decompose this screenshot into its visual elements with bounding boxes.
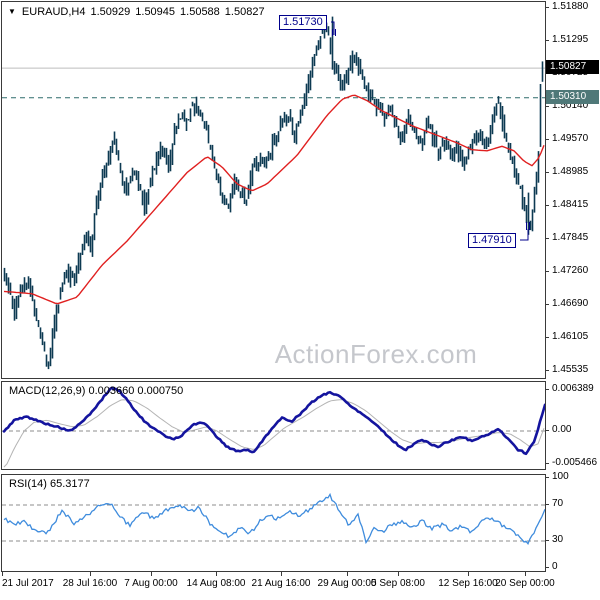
symbol-dropdown-icon[interactable]: ▼ <box>8 7 16 16</box>
rsi-axis-label: 30 <box>552 534 564 545</box>
chart-title: ▼ EURAUD,H4 1.50929 1.50945 1.50588 1.50827 <box>8 6 265 18</box>
ohlc-high: 1.50945 <box>135 6 176 18</box>
time-axis-label: 21 Jul 2017 <box>2 578 54 589</box>
macd-label: MACD(12,26,9) 0.003660 0.000750 <box>9 385 184 397</box>
macd-axis-label: 0.006389 <box>552 383 594 394</box>
axis-tick <box>545 7 549 8</box>
time-axis-label: 28 Jul 16:00 <box>62 578 118 589</box>
time-axis-label: 12 Sep 16:00 <box>438 578 498 589</box>
axis-tick <box>545 430 549 431</box>
ohlc-open: 1.50929 <box>90 6 131 18</box>
axis-tick <box>545 271 549 272</box>
time-axis-label: 21 Aug 16:00 <box>251 578 311 589</box>
ohlc-low: 1.50588 <box>180 6 220 18</box>
axis-tick <box>545 304 549 305</box>
price-axis-label: 1.48415 <box>552 199 589 210</box>
price-panel[interactable]: ▼ EURAUD,H4 1.50929 1.50945 1.50588 1.50827 A… <box>1 1 546 379</box>
axis-tick <box>545 477 549 478</box>
price-axis-label: 1.48985 <box>552 166 589 177</box>
time-axis-label: 14 Aug 08:00 <box>186 578 246 589</box>
price-axis-label: 1.47845 <box>552 232 589 243</box>
symbol-label: EURAUD,H4 <box>21 6 86 18</box>
price-axis-label: 1.51295 <box>552 34 589 45</box>
moving-average-line <box>3 94 545 305</box>
axis-tick <box>545 567 549 568</box>
axis-tick <box>545 370 549 371</box>
price-axis-label: 1.51880 <box>552 1 589 12</box>
macd-line <box>2 386 545 456</box>
axis-tick <box>545 205 549 206</box>
time-axis-tick <box>468 572 469 576</box>
time-axis-label: 29 Aug 00:00 <box>317 578 377 589</box>
axis-tick <box>545 540 549 541</box>
axis-tick <box>545 106 549 107</box>
rsi-panel[interactable]: RSI(14) 65.3177 <box>1 474 546 572</box>
price-axis-label: 1.47260 <box>552 265 589 276</box>
level-price-tag: 1.50310 <box>546 89 599 104</box>
time-axis-tick <box>151 572 152 576</box>
macd-signal-line <box>3 399 545 468</box>
axis-tick <box>545 139 549 140</box>
current-price-tag: 1.50827 <box>546 60 599 75</box>
time-axis-tick <box>90 572 91 576</box>
rsi-axis-label: 0 <box>552 561 558 572</box>
time-axis-tick <box>398 572 399 576</box>
time-axis-label: 5 Sep 08:00 <box>371 578 425 589</box>
time-axis-label: 20 Sep 00:00 <box>495 578 555 589</box>
macd-axis-label: 0.00 <box>552 424 572 435</box>
price-chart-canvas[interactable] <box>2 2 545 378</box>
rsi-label: RSI(14) 65.3177 <box>9 478 90 490</box>
time-axis-tick <box>347 572 348 576</box>
watermark: ActionForex.com <box>274 339 478 369</box>
price-axis-label: 1.45535 <box>552 364 589 375</box>
price-axis-label: 1.46105 <box>552 331 589 342</box>
ohlc-close: 1.50827 <box>224 6 265 18</box>
annotation-swing-low-label[interactable]: 1.47910 <box>468 233 516 248</box>
macd-axis-label: -0.005466 <box>552 457 598 468</box>
time-axis-tick <box>216 572 217 576</box>
axis-tick <box>545 40 549 41</box>
macd-panel[interactable]: MACD(12,26,9) 0.003660 0.000750 <box>1 381 546 470</box>
rsi-axis-label: 70 <box>552 498 564 509</box>
price-axis-label: 1.46690 <box>552 298 589 309</box>
time-axis-tick <box>525 572 526 576</box>
axis-tick <box>545 238 549 239</box>
time-axis-label: 7 Aug 00:00 <box>124 578 178 589</box>
axis-tick <box>545 389 549 390</box>
chart-window: ▼ EURAUD,H4 1.50929 1.50945 1.50588 1.50827 A… <box>0 0 600 600</box>
axis-tick <box>545 172 549 173</box>
annotation-low-connector <box>520 229 529 241</box>
rsi-line <box>3 492 545 545</box>
time-axis-tick <box>2 572 3 576</box>
time-axis-tick <box>281 572 282 576</box>
price-axis-label: 1.49570 <box>552 133 589 144</box>
annotation-swing-high-label[interactable]: 1.51730 <box>279 15 327 30</box>
axis-tick <box>545 463 549 464</box>
axis-tick <box>545 504 549 505</box>
rsi-axis-label: 100 <box>552 471 569 482</box>
axis-tick <box>545 337 549 338</box>
